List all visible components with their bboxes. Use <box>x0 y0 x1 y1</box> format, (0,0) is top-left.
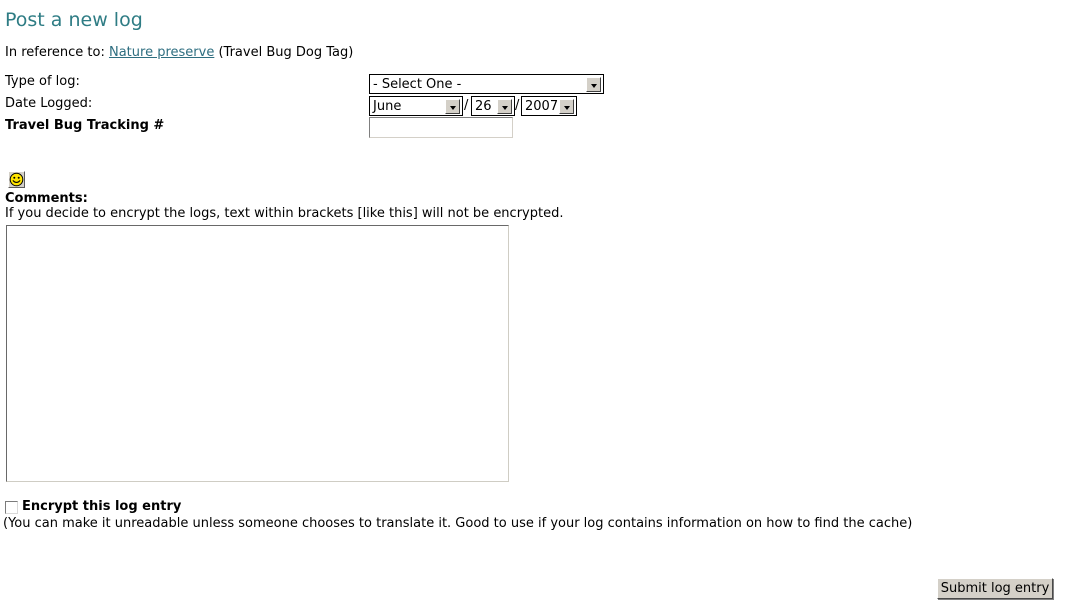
encrypt-label[interactable]: Encrypt this log entry <box>22 499 181 515</box>
date-month-select[interactable]: June <box>369 96 463 116</box>
type-of-log-label: Type of log: <box>5 74 80 89</box>
encrypt-checkbox[interactable] <box>5 500 18 514</box>
comments-textarea[interactable] <box>6 225 509 482</box>
date-logged-label: Date Logged: <box>5 96 93 111</box>
page-title: Post a new log <box>5 9 143 31</box>
tracking-number-label: Travel Bug Tracking # <box>5 118 165 133</box>
comments-label: Comments: <box>5 191 88 206</box>
chevron-down-icon[interactable] <box>497 99 512 114</box>
chevron-down-icon[interactable] <box>559 99 574 114</box>
chevron-down-icon[interactable] <box>586 77 601 92</box>
tracking-number-input[interactable] <box>369 117 513 138</box>
encrypt-help-text: (You can make it unreadable unless someo… <box>3 516 913 531</box>
date-day-value: 26 <box>475 99 492 114</box>
date-year-select[interactable]: 2007 <box>521 96 577 116</box>
date-day-select[interactable]: 26 <box>471 96 515 116</box>
smiley-icon <box>9 172 24 187</box>
smiley-icon-button[interactable] <box>8 171 25 188</box>
date-month-value: June <box>373 99 402 114</box>
chevron-down-icon[interactable] <box>445 99 460 114</box>
reference-line: In reference to: Nature preserve (Travel… <box>5 44 353 61</box>
date-separator-2: / <box>515 98 520 113</box>
encrypt-row: Encrypt this log entry <box>5 499 181 515</box>
type-of-log-value: - Select One - <box>373 77 462 92</box>
reference-prefix: In reference to: <box>5 45 105 60</box>
date-year-value: 2007 <box>525 99 559 114</box>
reference-link[interactable]: Nature preserve <box>109 45 214 60</box>
reference-suffix: (Travel Bug Dog Tag) <box>218 45 354 60</box>
type-of-log-select[interactable]: - Select One - <box>369 74 604 94</box>
submit-log-entry-button[interactable]: Submit log entry <box>937 578 1053 599</box>
date-separator-1: / <box>464 98 469 113</box>
comments-help-text: If you decide to encrypt the logs, text … <box>5 206 564 221</box>
